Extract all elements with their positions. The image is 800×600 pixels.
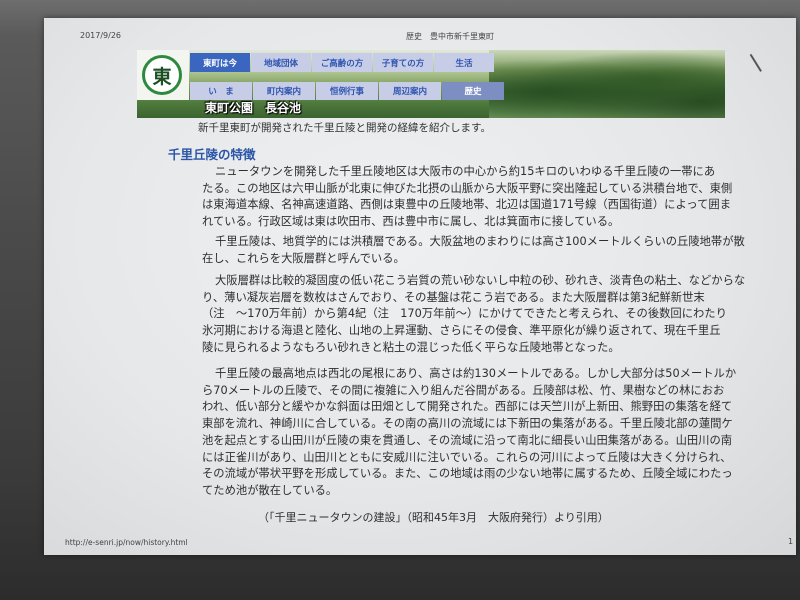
paragraph: 大阪層群は比較的凝固度の低い花こう岩質の荒い砂ないし中粒の砂、砂れき、淡青色の粘… bbox=[202, 273, 745, 357]
paragraph-line: 池を起点とする山田川が丘陵の東を貫通し、その流域に沿って南北に細長い山田集落があ… bbox=[202, 433, 733, 447]
paragraph-line: われ、低い部分と緩やかな斜面は田畑として開発された。西部には天竺川が上新田、熊野… bbox=[202, 400, 733, 414]
subnav-tab-present[interactable]: い ま bbox=[190, 82, 252, 100]
paragraph-line: その流域が帯状平野を形成している。また、この地域は雨の少ない地帯に属するため、丘… bbox=[202, 467, 733, 481]
subnav-tab-town-guide[interactable]: 町内案内 bbox=[253, 82, 315, 100]
printed-page: 2017/9/26 歴史 豊中市新千里東町 東 東町は今 地域団体 ご高齢の方 … bbox=[44, 18, 796, 555]
citation: （「千里ニュータウンの建設」（昭和45年3月 大阪府発行）より引用） bbox=[258, 511, 609, 524]
print-page-number: 1 bbox=[788, 537, 794, 546]
paragraph-line: ニュータウンを開発した千里丘陵地区は大阪市の中心から約15キロのいわゆる千里丘陵… bbox=[215, 165, 716, 178]
paragraph-line: 千里丘陵は、地質学的には洪積層である。大阪盆地のまわりには高さ100メートルくら… bbox=[215, 235, 745, 248]
paragraph-line: れている。行政区域は東は吹田市、西は豊中市に属し、北は箕面市に接している。 bbox=[202, 215, 620, 229]
paragraph-line: は東海道本線、名神高速道路、西側は東豊中の丘陵地帯、北辺は国道171号線（西国街… bbox=[202, 198, 732, 212]
paragraph-line: 東部を流れ、神崎川に合している。その南の高川の流域には下新田の集落がある。千里丘… bbox=[202, 417, 733, 431]
primary-nav: 東町は今 地域団体 ご高齢の方 子育ての方 生活 bbox=[190, 53, 495, 72]
paragraph-line: てため池が散在している。 bbox=[202, 483, 338, 497]
print-footer-url: http://e-senri.jp/now/history.html bbox=[65, 538, 188, 547]
paragraph-line: 千里丘陵の最高地点は西北の尾根にあり、高さは約130メートルである。しかし大部分… bbox=[215, 367, 737, 380]
banner-caption: 東町公園 長谷池 bbox=[205, 101, 302, 115]
site-banner: 東 東町は今 地域団体 ご高齢の方 子育ての方 生活 い ま 町内案内 恒例行事… bbox=[137, 50, 725, 118]
paragraph-line: （注 ～170万年前）から第4紀（注 170万年前～）にかけてできたと考えられ、… bbox=[202, 307, 727, 321]
paragraph-line: り、薄い凝灰岩層を数枚はさんでおり、その基盤は花こう岩である。また大阪層群は第3… bbox=[202, 290, 705, 304]
paragraph: 千里丘陵は、地質学的には洪積層である。大阪盆地のまわりには高さ100メートルくら… bbox=[202, 234, 745, 267]
nav-tab-now[interactable]: 東町は今 bbox=[190, 53, 250, 72]
paragraph-line: には正雀川があり、山田川とともに安威川に注いでいる。これらの河川によって丘陵は大… bbox=[202, 450, 732, 464]
paragraph-line: 在し、これらを大阪層群と呼んでいる。 bbox=[202, 251, 405, 265]
paragraph-line: たる。この地区は六甲山脈が北東に伸びた北摂の山脈から大阪平野に突出隆起している洪… bbox=[202, 181, 733, 195]
intro-text: 新千里東町が開発された千里丘陵と開発の経緯を紹介します。 bbox=[198, 122, 491, 134]
secondary-nav: い ま 町内案内 恒例行事 周辺案内 歴史 bbox=[190, 82, 505, 100]
section-heading: 千里丘陵の特徴 bbox=[168, 147, 256, 162]
paragraph-line: ら70メートルの丘陵で、その間に複雑に入り組んだ谷間がある。丘陵部は松、竹、果樹… bbox=[202, 383, 725, 397]
subnav-tab-surroundings[interactable]: 周辺案内 bbox=[379, 82, 441, 100]
print-title: 歴史 豊中市新千里東町 bbox=[406, 32, 494, 41]
nav-tab-parenting[interactable]: 子育ての方 bbox=[373, 53, 433, 72]
nav-tab-community-groups[interactable]: 地域団体 bbox=[251, 53, 311, 72]
paragraph-line: 大阪層群は比較的凝固度の低い花こう岩質の荒い砂ないし中粒の砂、砂れき、淡青色の粘… bbox=[215, 274, 746, 287]
paragraph: ニュータウンを開発した千里丘陵地区は大阪市の中心から約15キロのいわゆる千里丘陵… bbox=[202, 164, 732, 231]
subnav-tab-annual-events[interactable]: 恒例行事 bbox=[316, 82, 378, 100]
banner-photo bbox=[489, 50, 725, 118]
subnav-tab-history[interactable]: 歴史 bbox=[442, 82, 504, 100]
paragraph-line: 陵に見られるようなもろい砂れきと粘土の混じった低く平らな丘陵地帯となった。 bbox=[202, 340, 620, 354]
paragraph: 千里丘陵の最高地点は西北の尾根にあり、高さは約130メートルである。しかし大部分… bbox=[202, 366, 736, 500]
pen-mark bbox=[750, 53, 762, 72]
paragraph-line: 氷河期における海退と陸化、山地の上昇運動、さらにその侵食、準平原化が繰り返されて… bbox=[202, 324, 721, 338]
nav-tab-living[interactable]: 生活 bbox=[434, 53, 494, 72]
town-logo[interactable]: 東 bbox=[142, 55, 182, 95]
nav-tab-seniors[interactable]: ご高齢の方 bbox=[312, 53, 372, 72]
print-date: 2017/9/26 bbox=[80, 31, 122, 40]
logo-panel: 東 bbox=[137, 50, 189, 100]
